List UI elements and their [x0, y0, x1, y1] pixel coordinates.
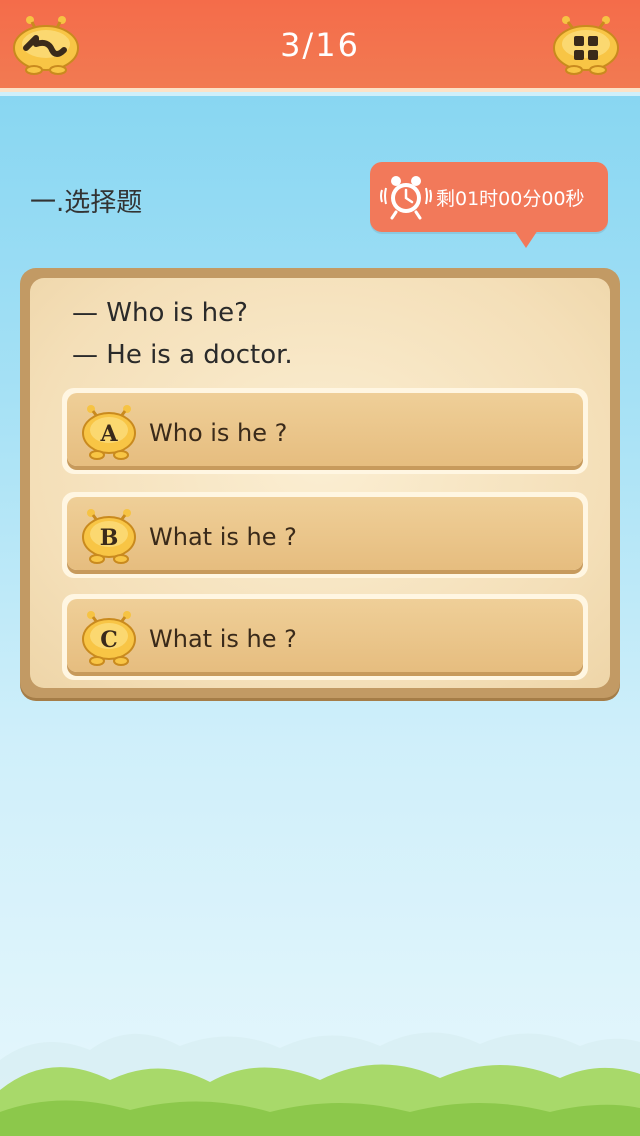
progress-indicator: 3/16	[280, 26, 360, 64]
question-line-1: — Who is he?	[72, 298, 248, 328]
option-c-text: What is he ?	[149, 625, 297, 653]
question-card-body: — Who is he? — He is a doctor. A Who is …	[30, 278, 610, 688]
timer-bubble: 剩01时00分00秒	[370, 162, 608, 248]
alarm-clock-icon	[380, 176, 432, 220]
question-card: — Who is he? — He is a doctor. A Who is …	[20, 268, 620, 698]
menu-button[interactable]	[552, 14, 620, 76]
hills-decoration	[0, 1032, 640, 1136]
option-b-text: What is he ?	[149, 523, 297, 551]
option-a-face: A Who is he ?	[67, 393, 583, 466]
option-c-face: C What is he ?	[67, 599, 583, 672]
option-b-button[interactable]: B What is he ?	[62, 492, 588, 578]
option-a-badge-icon: A	[82, 405, 136, 460]
option-b-letter: B	[100, 525, 119, 551]
option-c-badge-icon: C	[82, 611, 136, 666]
option-a-letter: A	[99, 421, 118, 447]
option-c-button[interactable]: C What is he ?	[62, 594, 588, 680]
option-a-button[interactable]: A Who is he ?	[62, 388, 588, 474]
section-title: 一.选择题	[30, 188, 143, 218]
option-a-text: Who is he ?	[149, 419, 288, 447]
top-bar: 3/16	[0, 0, 640, 92]
question-line-2: — He is a doctor.	[72, 340, 293, 370]
option-c-letter: C	[100, 627, 118, 653]
option-b-badge-icon: B	[82, 509, 136, 564]
grid-menu-icon	[553, 16, 619, 75]
option-b-face: B What is he ?	[67, 497, 583, 570]
timer-text: 剩01时00分00秒	[436, 188, 585, 210]
